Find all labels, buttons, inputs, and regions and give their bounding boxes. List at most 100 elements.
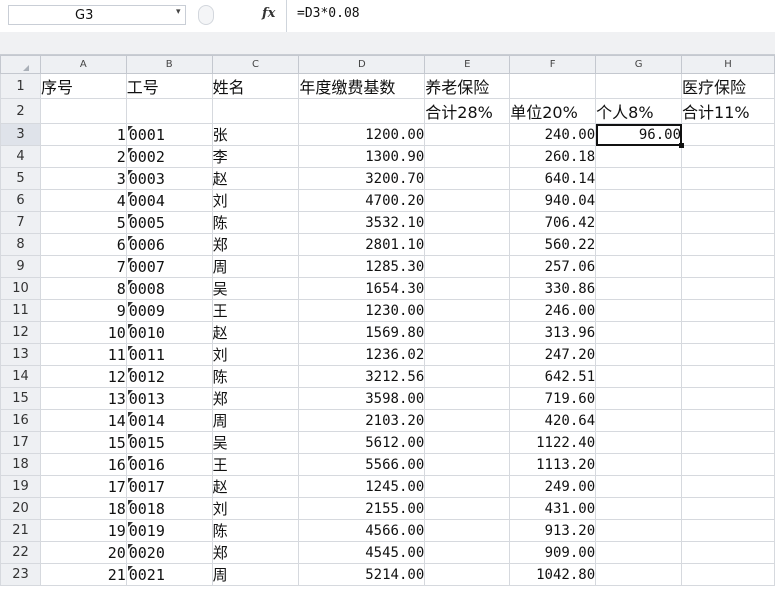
cell-b22[interactable]: 0020 <box>125 541 213 564</box>
row-header[interactable]: 21 <box>0 519 41 542</box>
cell-d9[interactable]: 1285.30 <box>298 255 426 278</box>
row-header[interactable]: 6 <box>0 189 41 212</box>
column-header-f[interactable]: F <box>509 55 597 74</box>
cell-h12[interactable] <box>681 321 775 344</box>
cell-d17[interactable]: 5612.00 <box>298 431 426 454</box>
cell-b9[interactable]: 0007 <box>125 255 213 278</box>
cell-a20[interactable]: 18 <box>39 497 127 520</box>
cell-g15[interactable] <box>595 387 683 410</box>
row-header[interactable]: 5 <box>0 167 41 190</box>
cell-g2[interactable]: 个人8% <box>595 98 683 124</box>
cell-c18[interactable]: 王 <box>211 453 300 476</box>
cell-f22[interactable]: 909.00 <box>509 541 597 564</box>
cell-b15[interactable]: 0013 <box>125 387 213 410</box>
cell-a8[interactable]: 6 <box>39 233 127 256</box>
column-header-e[interactable]: E <box>424 55 511 74</box>
column-header-d[interactable]: D <box>298 55 426 74</box>
cell-f10[interactable]: 330.86 <box>509 277 597 300</box>
cell-e14[interactable] <box>424 365 511 388</box>
cell-g13[interactable] <box>595 343 683 366</box>
cell-a22[interactable]: 20 <box>39 541 127 564</box>
cell-e2[interactable]: 合计28% <box>424 98 511 124</box>
cell-c6[interactable]: 刘 <box>211 189 300 212</box>
cell-a2[interactable] <box>39 98 127 124</box>
cell-b2[interactable] <box>125 98 213 124</box>
cell-c3[interactable]: 张 <box>211 123 300 146</box>
column-header-g[interactable]: G <box>595 55 683 74</box>
cell-e18[interactable] <box>424 453 511 476</box>
cell-h17[interactable] <box>681 431 775 454</box>
cell-c23[interactable]: 周 <box>211 563 300 586</box>
cell-g7[interactable] <box>595 211 683 234</box>
name-box-dropdown-icon[interactable]: ▾ <box>176 7 181 17</box>
cell-c17[interactable]: 吴 <box>211 431 300 454</box>
cell-c11[interactable]: 王 <box>211 299 300 322</box>
cell-a1[interactable]: 序号 <box>39 73 127 99</box>
cell-a17[interactable]: 15 <box>39 431 127 454</box>
cell-d15[interactable]: 3598.00 <box>298 387 426 410</box>
cell-c8[interactable]: 郑 <box>211 233 300 256</box>
row-header[interactable]: 9 <box>0 255 41 278</box>
cell-h23[interactable] <box>681 563 775 586</box>
cell-a4[interactable]: 2 <box>39 145 127 168</box>
cell-h15[interactable] <box>681 387 775 410</box>
cell-f15[interactable]: 719.60 <box>509 387 597 410</box>
cell-g21[interactable] <box>595 519 683 542</box>
cell-h18[interactable] <box>681 453 775 476</box>
cell-c15[interactable]: 郑 <box>211 387 300 410</box>
cell-b16[interactable]: 0014 <box>125 409 213 432</box>
cell-a3[interactable]: 1 <box>39 123 127 146</box>
cell-b8[interactable]: 0006 <box>125 233 213 256</box>
cell-g11[interactable] <box>595 299 683 322</box>
cell-c9[interactable]: 周 <box>211 255 300 278</box>
cell-e5[interactable] <box>424 167 511 190</box>
row-header[interactable]: 13 <box>0 343 41 366</box>
row-header[interactable]: 23 <box>0 563 41 586</box>
cell-a13[interactable]: 11 <box>39 343 127 366</box>
cell-e6[interactable] <box>424 189 511 212</box>
cell-a7[interactable]: 5 <box>39 211 127 234</box>
cell-e4[interactable] <box>424 145 511 168</box>
cell-b21[interactable]: 0019 <box>125 519 213 542</box>
row-header[interactable]: 19 <box>0 475 41 498</box>
cell-g5[interactable] <box>595 167 683 190</box>
cell-b11[interactable]: 0009 <box>125 299 213 322</box>
cell-f19[interactable]: 249.00 <box>509 475 597 498</box>
cell-c20[interactable]: 刘 <box>211 497 300 520</box>
cell-b19[interactable]: 0017 <box>125 475 213 498</box>
cell-b7[interactable]: 0005 <box>125 211 213 234</box>
cell-b20[interactable]: 0018 <box>125 497 213 520</box>
cell-a14[interactable]: 12 <box>39 365 127 388</box>
cell-e22[interactable] <box>424 541 511 564</box>
cell-c22[interactable]: 郑 <box>211 541 300 564</box>
row-header[interactable]: 1 <box>0 73 41 99</box>
column-header-a[interactable]: A <box>39 55 127 74</box>
cell-e11[interactable] <box>424 299 511 322</box>
cell-f9[interactable]: 257.06 <box>509 255 597 278</box>
cell-d6[interactable]: 4700.20 <box>298 189 426 212</box>
cell-f1[interactable] <box>509 73 597 99</box>
row-header[interactable]: 18 <box>0 453 41 476</box>
cell-e20[interactable] <box>424 497 511 520</box>
name-box[interactable]: G3 <box>8 5 186 25</box>
row-header[interactable]: 10 <box>0 277 41 300</box>
cell-a15[interactable]: 13 <box>39 387 127 410</box>
cell-a18[interactable]: 16 <box>39 453 127 476</box>
select-all-corner[interactable] <box>0 55 41 74</box>
cell-e21[interactable] <box>424 519 511 542</box>
cell-h13[interactable] <box>681 343 775 366</box>
cell-e12[interactable] <box>424 321 511 344</box>
cell-f23[interactable]: 1042.80 <box>509 563 597 586</box>
cell-b18[interactable]: 0016 <box>125 453 213 476</box>
cell-b5[interactable]: 0003 <box>125 167 213 190</box>
cell-g16[interactable] <box>595 409 683 432</box>
cell-g22[interactable] <box>595 541 683 564</box>
cell-f17[interactable]: 1122.40 <box>509 431 597 454</box>
cell-e8[interactable] <box>424 233 511 256</box>
cell-c21[interactable]: 陈 <box>211 519 300 542</box>
row-header[interactable]: 7 <box>0 211 41 234</box>
row-header[interactable]: 2 <box>0 98 41 124</box>
cell-f5[interactable]: 640.14 <box>509 167 597 190</box>
cell-g4[interactable] <box>595 145 683 168</box>
cell-d20[interactable]: 2155.00 <box>298 497 426 520</box>
